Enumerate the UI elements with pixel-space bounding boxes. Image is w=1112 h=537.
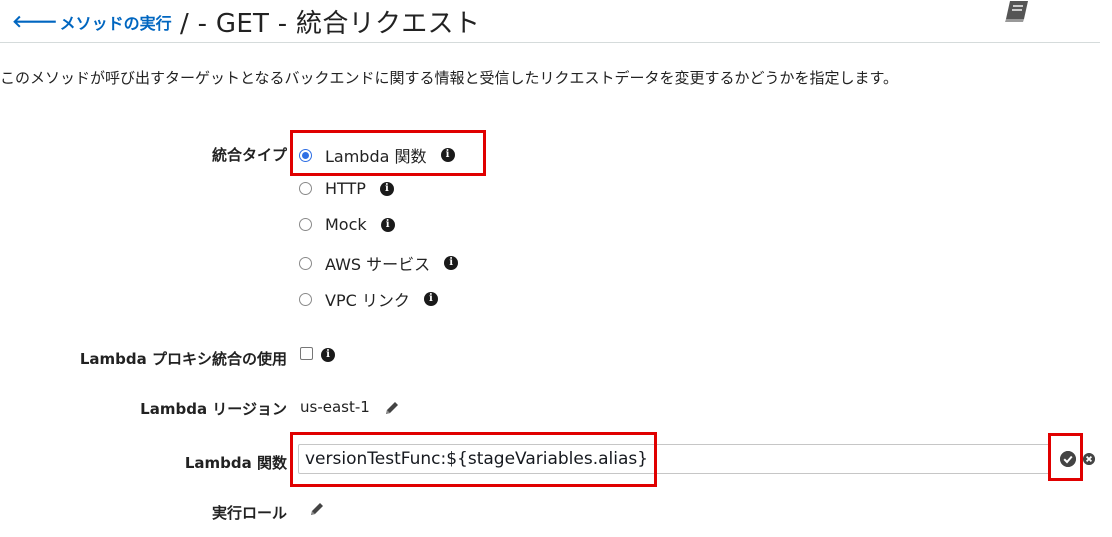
radio-button-selected[interactable]: [299, 148, 312, 162]
radio-label-aws-service: AWS サービス: [325, 255, 431, 274]
page-description: このメソッドが呼び出すターゲットとなるバックエンドに関する情報と受信したリクエス…: [0, 69, 899, 87]
radio-option-lambda[interactable]: Lambda 関数 i: [299, 143, 455, 167]
info-icon[interactable]: i: [380, 217, 395, 232]
integration-request-page: 🡐 メソッドの実行 / - GET - 統合リクエスト このメソッドが呼び出すタ…: [0, 0, 1112, 537]
info-icon[interactable]: i: [440, 148, 455, 162]
check-circle-icon[interactable]: [1060, 451, 1076, 467]
arrow-left-icon: 🡐: [12, 11, 58, 32]
radio-label-lambda: Lambda 関数: [325, 147, 427, 166]
lambda-proxy-checkbox[interactable]: [300, 347, 313, 360]
pencil-icon[interactable]: [384, 400, 400, 416]
radio-button[interactable]: [299, 218, 312, 231]
info-icon[interactable]: i: [423, 292, 438, 306]
book-icon[interactable]: [1002, 0, 1030, 24]
info-icon[interactable]: i: [379, 181, 394, 196]
radio-option-vpc-link[interactable]: VPC リンク i: [299, 287, 438, 311]
info-icon[interactable]: i: [444, 256, 459, 270]
header-divider: [0, 42, 1100, 43]
radio-option-http[interactable]: HTTP i: [299, 179, 394, 198]
radio-label-mock: Mock: [325, 215, 367, 234]
lambda-function-label: Lambda 関数: [184, 454, 287, 472]
back-link-label: メソッドの実行: [59, 14, 172, 33]
page-title: / - GET - 統合リクエスト: [180, 9, 481, 39]
lambda-proxy-label: Lambda プロキシ統合の使用: [79, 350, 287, 368]
lambda-region-label: Lambda リージョン: [140, 400, 287, 418]
radio-button[interactable]: [299, 292, 312, 306]
close-circle-icon[interactable]: [1083, 453, 1095, 465]
lambda-region-value: us-east-1: [300, 398, 370, 416]
integration-type-label: 統合タイプ: [211, 146, 287, 164]
pencil-icon[interactable]: [309, 501, 325, 517]
radio-label-vpc-link: VPC リンク: [325, 291, 410, 310]
radio-option-mock[interactable]: Mock i: [299, 215, 395, 234]
radio-label-http: HTTP: [325, 179, 366, 198]
info-icon[interactable]: i: [321, 348, 335, 362]
execution-role-label: 実行ロール: [211, 504, 287, 522]
back-to-method-execution-link[interactable]: 🡐 メソッドの実行: [12, 10, 172, 34]
lambda-function-input[interactable]: [298, 444, 1050, 474]
radio-button[interactable]: [299, 256, 312, 270]
radio-button[interactable]: [299, 182, 312, 195]
radio-option-aws-service[interactable]: AWS サービス i: [299, 251, 459, 275]
